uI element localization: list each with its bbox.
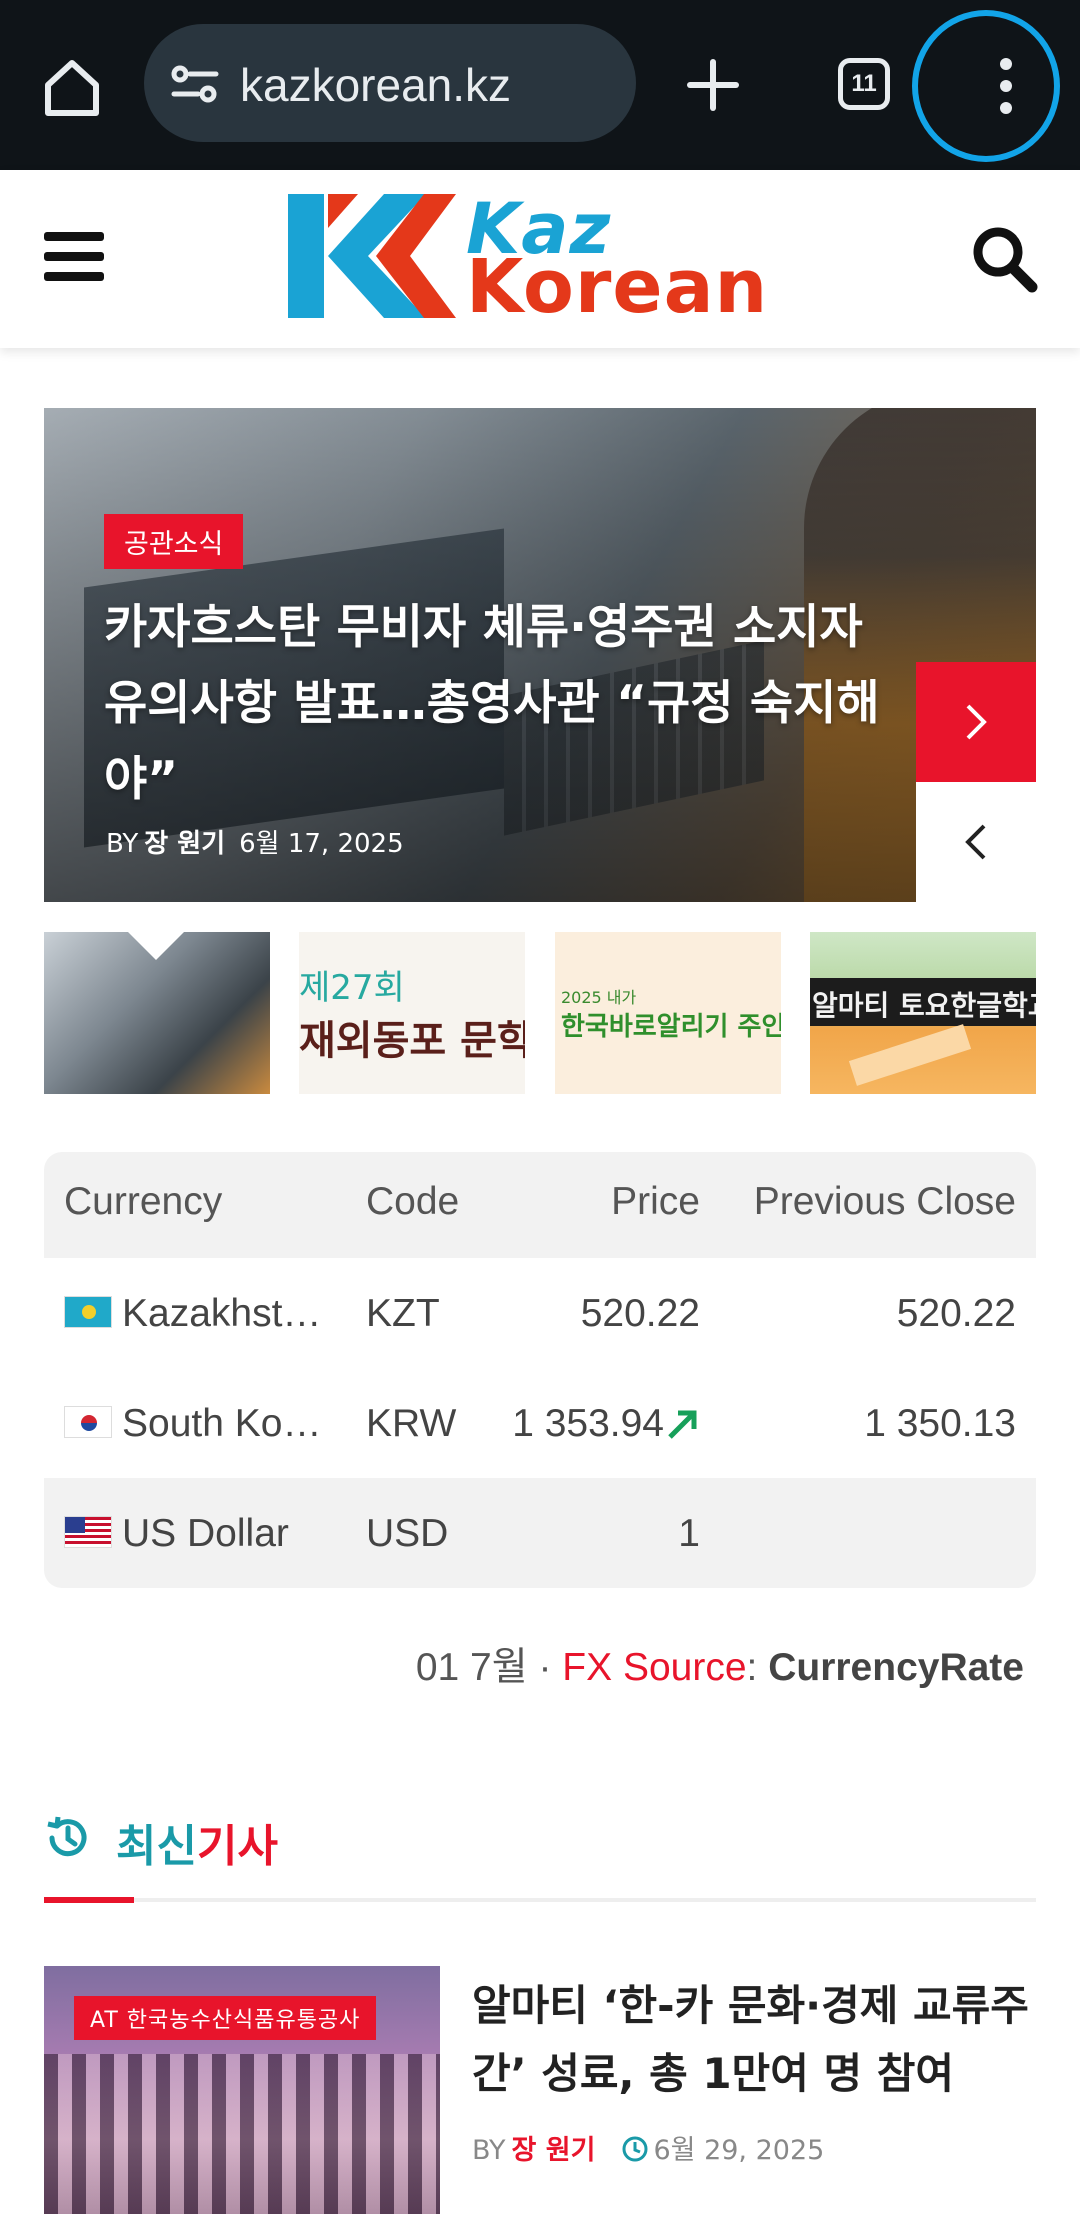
- thumbnail-4[interactable]: 알마티 토요한글학교: [810, 932, 1036, 1094]
- tab-count: 11: [851, 70, 877, 97]
- logo-k-mark: [288, 194, 456, 318]
- south-korea-flag-icon: [64, 1405, 112, 1438]
- article-meta: BY 장 원기 6월 29, 2025: [472, 2135, 825, 2166]
- slide-meta: BY 장 원기 6월 17, 2025: [106, 823, 404, 860]
- history-icon: [47, 1816, 87, 1857]
- thumbnail-1[interactable]: [44, 932, 270, 1094]
- hamburger-icon[interactable]: [44, 232, 104, 282]
- currency-table: Currency Code Price Previous Close Kazak…: [44, 1152, 1036, 1588]
- col-currency: Currency: [64, 1180, 223, 1223]
- fx-date: 01 7월 ·: [415, 1646, 563, 1689]
- search-icon[interactable]: [970, 224, 1038, 294]
- slider-prev-button[interactable]: [916, 782, 1036, 902]
- chevron-left-icon: [965, 824, 986, 860]
- more-menu-icon[interactable]: [996, 58, 1016, 118]
- col-code: Code: [366, 1180, 460, 1223]
- list-item: AT 한국농수산식품유통공사 알마티 ‘한-카 문화·경제 교류주간’ 성료, …: [44, 1966, 1036, 2214]
- fx-source-link[interactable]: FX Source: [562, 1646, 746, 1689]
- col-previous-close: Previous Close: [753, 1180, 1016, 1223]
- table-row: South Ko… KRW 1 353.94 1 350.13: [44, 1368, 1036, 1478]
- active-indicator: [126, 932, 186, 960]
- fx-source-line: 01 7월 · FX Source: CurrencyRate: [415, 1646, 1024, 1689]
- table-header: Currency Code Price Previous Close: [44, 1152, 1036, 1258]
- col-price: Price: [611, 1180, 700, 1223]
- browser-toolbar: kazkorean.kz 11: [0, 0, 1080, 170]
- article-thumbnail[interactable]: AT 한국농수산식품유통공사: [44, 1966, 440, 2214]
- site-header: Kaz Korean: [0, 170, 1080, 348]
- trend-up-icon: [668, 1410, 697, 1439]
- table-row: Kazakhst… KZT 520.22 520.22: [44, 1258, 1036, 1368]
- slide-author[interactable]: 장 원기: [144, 829, 225, 859]
- article-title[interactable]: 알마티 ‘한-카 문화·경제 교류주간’ 성료, 총 1만여 명 참여: [472, 1972, 1036, 2108]
- table-row: US Dollar USD 1: [44, 1478, 1036, 1588]
- chevron-right-icon: [966, 704, 987, 740]
- article-date: 6월 29, 2025: [653, 2135, 825, 2166]
- image-badge: AT 한국농수산식품유통공사: [74, 1996, 377, 2040]
- us-flag-icon: [64, 1515, 112, 1548]
- logo-korean: Korean: [466, 244, 769, 330]
- slide-headline[interactable]: 카자흐스탄 무비자 체류·영주권 소지자 유의사항 발표…총영사관 “규정 숙지…: [104, 590, 904, 818]
- slider-thumbnails: 제27회 재외동포 문학상 2025 내가 한국바로알리기 주인공 알마티 토요…: [44, 932, 1036, 1094]
- featured-slider[interactable]: 공관소식 카자흐스탄 무비자 체류·영주권 소지자 유의사항 발표…총영사관 “…: [44, 408, 1036, 902]
- tab-switcher-button[interactable]: 11: [838, 58, 890, 110]
- thumbnail-3[interactable]: 2025 내가 한국바로알리기 주인공: [555, 932, 781, 1094]
- section-divider: [44, 1897, 1036, 1903]
- fx-provider-link[interactable]: CurrencyRate: [768, 1646, 1024, 1689]
- thumbnail-2[interactable]: 제27회 재외동포 문학상: [299, 932, 525, 1094]
- url-text: kazkorean.kz: [240, 59, 512, 111]
- new-tab-icon[interactable]: [686, 58, 740, 112]
- article-author[interactable]: 장 원기: [512, 2135, 596, 2166]
- address-bar[interactable]: kazkorean.kz: [144, 24, 636, 142]
- home-icon[interactable]: [40, 55, 104, 119]
- slide-date: 6월 17, 2025: [239, 829, 404, 859]
- highlight-ring: [912, 10, 1060, 162]
- slider-next-button[interactable]: [916, 662, 1036, 782]
- site-settings-icon[interactable]: [170, 62, 220, 106]
- clock-icon: [622, 2136, 648, 2161]
- category-badge[interactable]: 공관소식: [104, 514, 244, 569]
- by-label: BY: [106, 829, 139, 859]
- kazakhstan-flag-icon: [64, 1295, 112, 1328]
- site-logo[interactable]: Kaz Korean: [288, 188, 788, 330]
